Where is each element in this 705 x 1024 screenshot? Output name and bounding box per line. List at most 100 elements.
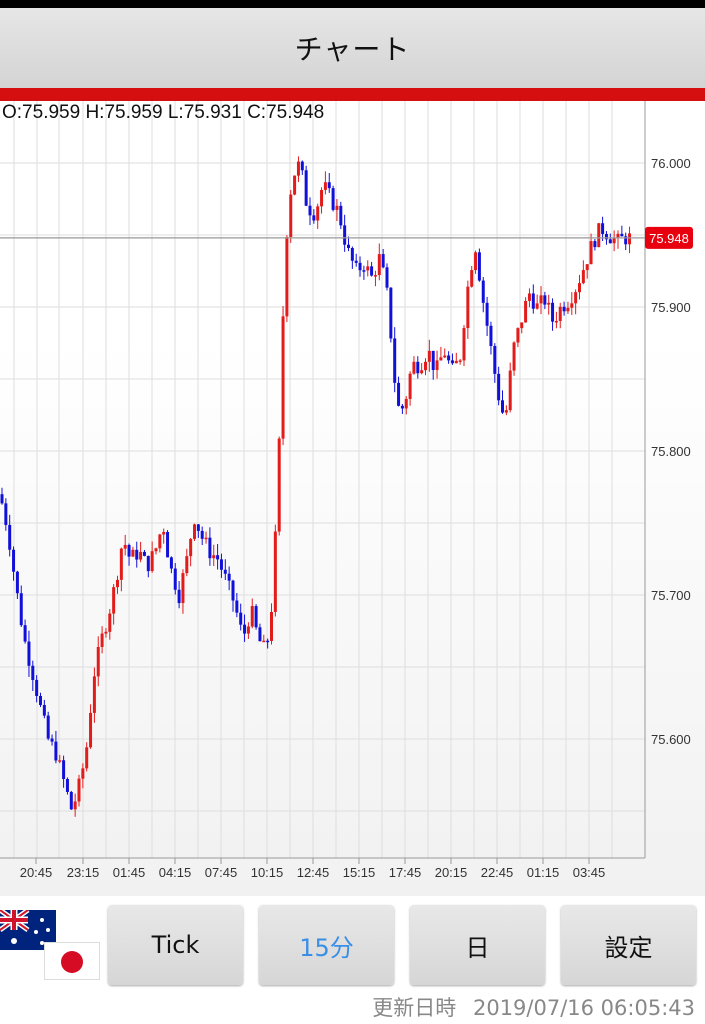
candle-up <box>285 237 289 317</box>
x-tick-label: 20:45 <box>20 865 53 880</box>
last-updated-label: 更新日時 <box>372 996 457 1020</box>
candle-down <box>397 382 401 406</box>
candle-down <box>62 760 66 779</box>
y-tick-label: 76.000 <box>651 156 691 171</box>
candle-up <box>462 328 466 361</box>
candle-down <box>450 360 454 364</box>
x-tick-label: 22:45 <box>481 865 514 880</box>
candle-up <box>520 322 524 329</box>
candle-up <box>412 361 416 374</box>
candle-up <box>516 328 520 343</box>
candle-up <box>108 613 112 632</box>
candle-up <box>443 355 447 358</box>
candle-down <box>393 338 397 383</box>
candle-up <box>458 360 462 362</box>
candle-up <box>158 534 162 549</box>
candle-up <box>535 303 539 309</box>
candle-up <box>539 295 543 304</box>
candle-up <box>150 551 154 572</box>
candle-down <box>601 223 605 234</box>
candle-down <box>593 241 597 248</box>
candle-down <box>216 555 220 560</box>
candle-down <box>243 624 247 634</box>
x-tick-label: 12:45 <box>297 865 330 880</box>
candle-down <box>69 791 73 810</box>
candle-up <box>246 626 250 634</box>
tick-button[interactable]: Tick <box>108 905 243 985</box>
candle-down <box>489 325 493 347</box>
candle-down <box>208 537 212 559</box>
candle-up <box>454 360 458 364</box>
interval-15min-button[interactable]: 15分 <box>259 905 394 985</box>
candle-down <box>343 225 347 245</box>
candle-up <box>470 270 474 287</box>
candle-up <box>404 398 408 409</box>
candle-down <box>350 247 354 261</box>
y-tick-label: 75.800 <box>651 444 691 459</box>
last-updated-timestamp: 2019/07/16 06:05:43 <box>472 996 695 1020</box>
candle-up <box>281 316 285 439</box>
candle-up <box>574 292 578 304</box>
settings-button[interactable]: 設定 <box>561 905 696 985</box>
candle-down <box>493 346 497 374</box>
candlestick-chart[interactable]: 76.000 75.900 75.800 75.700 75.600 20:45 23:15… <box>0 0 705 896</box>
candle-down <box>308 205 312 216</box>
x-tick-label: 20:15 <box>435 865 468 880</box>
day-button[interactable]: 日 <box>410 905 545 985</box>
candle-up <box>377 254 381 276</box>
candle-up <box>139 551 143 560</box>
candle-up <box>262 640 266 643</box>
candle-down <box>8 524 12 550</box>
candle-down <box>27 641 31 666</box>
candle-down <box>196 524 200 531</box>
candle-up <box>435 360 439 370</box>
candle-down <box>173 568 177 590</box>
x-tick-label: 03:45 <box>573 865 606 880</box>
candle-down <box>12 549 16 572</box>
candle-up <box>508 370 512 411</box>
candle-up <box>335 205 339 210</box>
current-price-label: 75.948 <box>649 231 689 246</box>
candle-down <box>389 287 393 339</box>
candle-down <box>266 640 270 643</box>
candle-down <box>562 306 566 312</box>
candle-up <box>89 712 93 748</box>
candle-down <box>354 260 358 263</box>
y-tick-label: 75.900 <box>651 300 691 315</box>
candle-down <box>227 573 231 581</box>
candle-up <box>92 676 96 713</box>
candle-down <box>358 262 362 271</box>
candle-down <box>312 215 316 221</box>
x-tick-label: 04:15 <box>159 865 192 880</box>
candle-up <box>597 223 601 248</box>
candle-down <box>19 593 23 626</box>
candle-up <box>193 524 196 539</box>
candle-up <box>504 410 508 413</box>
candle-down <box>200 530 204 539</box>
candle-up <box>293 175 297 195</box>
candle-up <box>100 633 104 647</box>
candle-down <box>501 400 504 413</box>
candle-up <box>81 768 85 779</box>
candle-down <box>327 182 331 189</box>
x-tick-label: 01:45 <box>113 865 146 880</box>
candle-up <box>628 233 632 245</box>
candle-up <box>189 538 193 557</box>
candle-down <box>331 188 335 210</box>
candle-down <box>46 715 50 739</box>
candle-down <box>142 551 146 556</box>
candle-down <box>385 267 389 288</box>
candle-down <box>235 600 239 613</box>
candle-down <box>381 254 385 268</box>
candle-up <box>85 747 89 769</box>
candle-down <box>231 580 235 601</box>
candle-up <box>185 556 189 574</box>
candle-down <box>42 704 46 716</box>
candle-down <box>477 252 481 281</box>
candle-up <box>270 611 273 641</box>
candle-down <box>39 695 42 705</box>
last-updated: 更新日時 2019/07/16 06:05:43 <box>372 992 695 1022</box>
candle-up <box>204 537 208 540</box>
candle-down <box>65 778 69 792</box>
candle-down <box>551 302 555 322</box>
